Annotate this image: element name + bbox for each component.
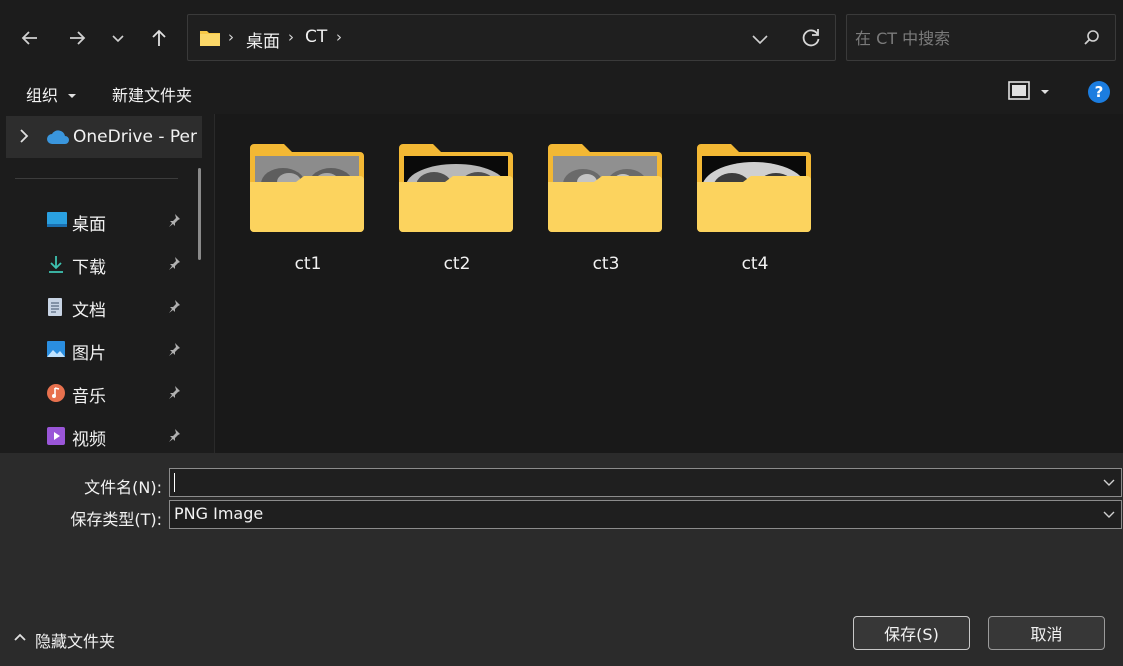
refresh-icon[interactable] — [800, 27, 822, 49]
hide-folders-label: 隐藏文件夹 — [35, 632, 116, 651]
folder-name: ct3 — [592, 254, 620, 274]
view-options-button[interactable] — [1008, 80, 1054, 106]
filetype-value: PNG Image — [174, 504, 264, 523]
navigation-pane: OneDrive - Per 桌面 下载 文档 图片 音乐 视频 — [0, 114, 214, 453]
sidebar-item-label: 视频 — [72, 430, 106, 450]
breadcrumb-ct[interactable]: CT — [305, 27, 327, 47]
organize-menu-button[interactable]: 组织 — [26, 82, 77, 106]
folder-name: ct2 — [443, 254, 471, 274]
navigation-bar: › 桌面 › CT › — [0, 0, 1123, 70]
arrow-up-icon — [152, 29, 166, 46]
pin-icon — [169, 386, 180, 399]
document-icon — [48, 298, 62, 316]
search-icon — [1084, 30, 1099, 45]
help-button[interactable]: ? — [1088, 81, 1110, 103]
cancel-button[interactable]: 取消 — [988, 616, 1105, 650]
filename-combobox[interactable] — [169, 468, 1122, 497]
forward-button[interactable] — [63, 24, 91, 52]
pin-icon — [169, 257, 180, 270]
folder-item[interactable]: ct4 — [696, 142, 814, 282]
pin-icon — [169, 214, 180, 227]
sidebar-item-music[interactable]: 音乐 — [46, 380, 196, 410]
sidebar-item-label: 文档 — [72, 301, 106, 321]
file-list-view: ct1 ct2 ct3 ct4 — [214, 114, 1123, 453]
pictures-icon — [47, 341, 65, 357]
folder-thumbnail-icon — [250, 144, 364, 232]
breadcrumb-separator-icon: › — [336, 28, 342, 46]
folder-item[interactable]: ct2 — [398, 142, 516, 282]
folder-thumbnail-icon — [548, 144, 662, 232]
folder-item[interactable]: ct3 — [547, 142, 665, 282]
chevron-down-icon — [1103, 479, 1115, 486]
video-icon — [47, 427, 65, 445]
sidebar-item-documents[interactable]: 文档 — [46, 294, 196, 324]
arrow-left-icon — [21, 31, 37, 45]
chevron-right-icon — [20, 129, 29, 143]
sidebar-item-videos[interactable]: 视频 — [46, 423, 196, 453]
breadcrumb-desktop[interactable]: 桌面 — [246, 27, 280, 52]
filetype-label: 保存类型(T): — [70, 510, 162, 529]
folder-name: ct4 — [741, 254, 769, 274]
new-folder-button[interactable]: 新建文件夹 — [112, 82, 192, 106]
search-box[interactable] — [846, 14, 1116, 61]
filename-label: 文件名(N): — [84, 478, 162, 497]
desktop-icon — [47, 212, 67, 227]
sidebar-item-label: 下载 — [72, 258, 106, 278]
sidebar-item-label: 桌面 — [72, 215, 106, 235]
chevron-down-icon — [1103, 511, 1115, 518]
breadcrumb-separator-icon: › — [288, 28, 294, 46]
search-input[interactable] — [855, 25, 1075, 51]
address-bar[interactable]: › 桌面 › CT › — [187, 14, 836, 61]
music-icon — [47, 384, 65, 402]
pin-icon — [169, 429, 180, 442]
filetype-select[interactable]: PNG Image — [169, 500, 1122, 529]
recent-locations-button[interactable] — [104, 24, 132, 52]
sidebar-item-label: 音乐 — [72, 387, 106, 407]
organize-label: 组织 — [26, 86, 59, 105]
folder-thumbnail-icon — [697, 144, 811, 232]
sidebar-item-desktop[interactable]: 桌面 — [46, 208, 196, 238]
folder-item[interactable]: ct1 — [249, 142, 367, 282]
save-button[interactable]: 保存(S) — [853, 616, 970, 650]
chevron-up-icon — [14, 633, 26, 641]
sidebar-scrollbar[interactable] — [198, 168, 201, 260]
chevron-down-icon — [112, 35, 124, 43]
sidebar-item-downloads[interactable]: 下载 — [46, 251, 196, 281]
command-bar: 组织 新建文件夹 — [0, 70, 1123, 114]
sidebar-divider — [15, 178, 178, 179]
arrow-right-icon — [70, 31, 86, 45]
download-icon — [49, 256, 63, 273]
onedrive-cloud-icon — [47, 130, 69, 144]
breadcrumb-separator-icon: › — [228, 28, 234, 46]
sidebar-item-onedrive[interactable]: OneDrive - Per — [6, 116, 202, 158]
folder-name: ct1 — [294, 254, 322, 274]
back-button[interactable] — [16, 24, 44, 52]
up-button[interactable] — [145, 24, 173, 52]
folder-thumbnail-icon — [399, 144, 513, 232]
caret-down-icon — [68, 94, 77, 98]
onedrive-label: OneDrive - Per — [73, 127, 197, 147]
pin-icon — [169, 300, 180, 313]
sidebar-item-pictures[interactable]: 图片 — [46, 337, 196, 367]
pin-icon — [169, 343, 180, 356]
folder-icon — [200, 31, 220, 46]
sidebar-item-label: 图片 — [72, 344, 106, 364]
chevron-down-icon[interactable] — [750, 29, 770, 49]
save-dialog-footer: 文件名(N): 保存类型(T): PNG Image 隐藏文件夹 保存(S) 取… — [0, 453, 1123, 666]
view-pane-icon — [1008, 81, 1049, 100]
filename-input[interactable] — [173, 471, 1093, 494]
